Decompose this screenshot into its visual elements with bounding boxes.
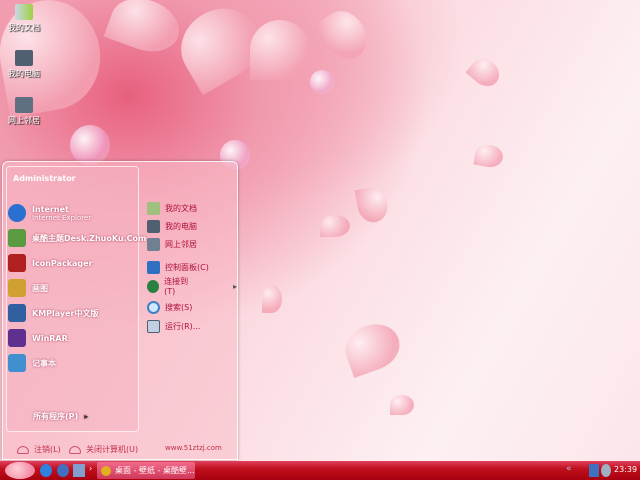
notepad-icon — [8, 354, 26, 372]
website-link: www.51ztzj.com — [165, 444, 222, 452]
desktop-icon-network[interactable]: 网上邻居 — [4, 97, 44, 126]
paint-icon — [8, 279, 26, 297]
search-icon — [147, 300, 160, 314]
program-notepad[interactable]: 记事本 — [8, 352, 56, 374]
program-winrar[interactable]: WinRAR — [8, 327, 68, 349]
all-programs-button[interactable]: 所有程序(P) ▸ — [33, 405, 88, 427]
logoff-button[interactable]: 注销(L) — [17, 444, 61, 455]
arrow-right-icon: ▸ — [84, 411, 89, 421]
place-control-panel[interactable]: 控制面板(C) — [147, 259, 209, 275]
network-icon — [15, 97, 33, 113]
zhuoku-icon — [8, 229, 26, 247]
program-kmplayer[interactable]: KMPlayer中文版 — [8, 302, 99, 324]
kmplayer-icon — [8, 304, 26, 322]
place-network[interactable]: 网上邻居 — [147, 236, 197, 252]
desktop-icon-my-documents[interactable]: 我的文档 — [4, 4, 44, 33]
clock[interactable]: 23:39 — [614, 465, 637, 478]
place-my-documents[interactable]: 我的文档 — [147, 200, 197, 216]
my-computer-icon — [147, 219, 160, 233]
network-tray-icon[interactable] — [589, 464, 599, 477]
connect-icon — [147, 279, 160, 293]
browser-icon[interactable] — [57, 464, 69, 477]
place-connect-to[interactable]: 连接到(T) ▸ — [147, 277, 237, 296]
my-computer-icon — [15, 50, 33, 66]
logoff-icon — [17, 445, 29, 454]
ie-icon[interactable] — [40, 464, 52, 477]
quicklaunch-chevron-icon[interactable]: › — [89, 464, 92, 477]
my-documents-icon — [147, 201, 160, 215]
taskbar-item-desktop[interactable]: 桌面 - 壁纸 - 桌酷壁... — [97, 462, 195, 479]
shutdown-icon — [69, 445, 81, 454]
iconpackager-icon — [8, 254, 26, 272]
arrow-right-icon: ▸ — [232, 281, 237, 291]
winrar-icon — [8, 329, 26, 347]
browser-icon — [101, 465, 111, 476]
start-button[interactable] — [5, 462, 35, 479]
ie-icon — [8, 204, 26, 222]
place-run[interactable]: 运行(R)... — [147, 318, 200, 334]
user-name: Administrator — [13, 174, 76, 183]
taskbar: › 桌面 - 壁纸 - 桌酷壁... « 23:39 — [0, 461, 640, 480]
program-iconpackager[interactable]: IconPackager — [8, 252, 93, 274]
desktop-icon-my-computer[interactable]: 我的电脑 — [4, 50, 44, 79]
place-search[interactable]: 搜索(S) — [147, 299, 192, 315]
control-panel-icon — [147, 260, 160, 274]
network-icon — [147, 237, 160, 251]
my-documents-icon — [15, 4, 33, 20]
run-icon — [147, 319, 160, 333]
volume-tray-icon[interactable] — [601, 464, 611, 477]
show-desktop-icon[interactable] — [73, 464, 85, 477]
place-my-computer[interactable]: 我的电脑 — [147, 218, 197, 234]
start-menu: Administrator Internet Internet Explorer … — [2, 161, 238, 460]
program-internet[interactable]: Internet Internet Explorer — [8, 202, 91, 224]
shutdown-button[interactable]: 关闭计算机(U) — [69, 444, 138, 455]
program-zhuoku[interactable]: 桌酷主题Desk.ZhuoKu.Com — [8, 227, 146, 249]
tray-expand-icon[interactable]: « — [566, 464, 572, 477]
program-paint[interactable]: 画图 — [8, 277, 48, 299]
